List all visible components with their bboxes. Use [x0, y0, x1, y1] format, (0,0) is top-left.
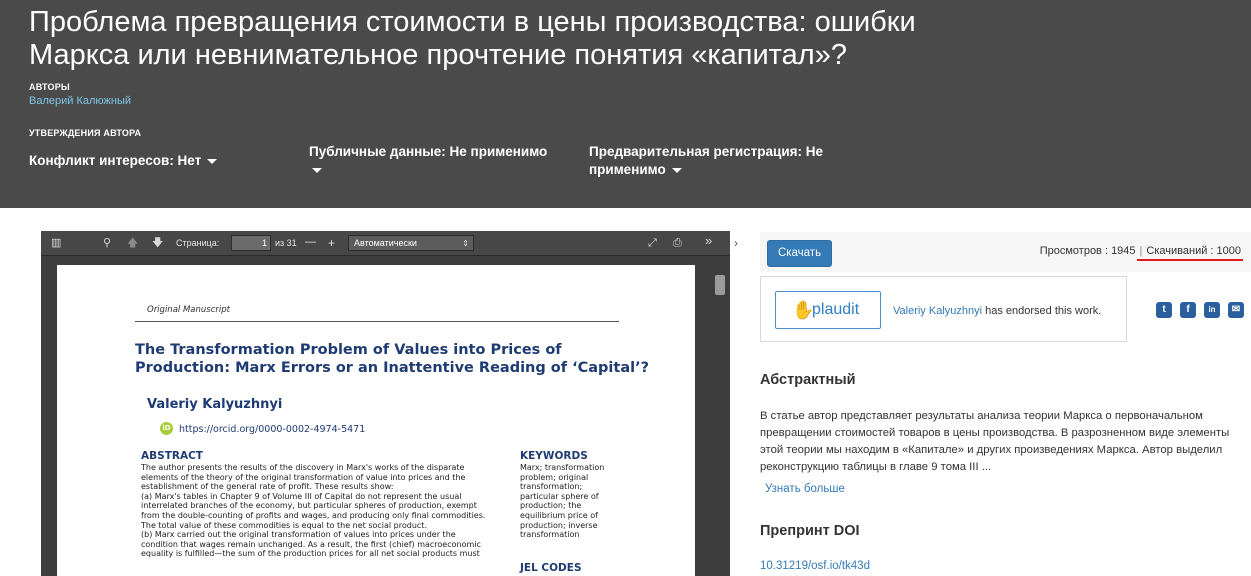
scroll-thumb[interactable]	[715, 275, 725, 295]
chevron-down-icon	[207, 158, 218, 164]
stats-separator: |	[1139, 245, 1143, 257]
email-icon[interactable]: ✉	[1228, 302, 1244, 318]
plaudit-widget: ✋ plaudit Valeriy Kalyuzhnyi has endorse…	[760, 276, 1127, 342]
public-data-label: Публичные данные: Не применимо	[309, 144, 548, 159]
endorsement: Valeriy Kalyuzhnyi has endorsed this wor…	[893, 305, 1101, 317]
stats: Просмотров : 1945 | Скачиваний : 1000	[1040, 245, 1241, 257]
abstract-heading: ABSTRACT	[141, 450, 203, 462]
more-tools-icon[interactable]: »	[705, 234, 712, 247]
facebook-icon[interactable]: f	[1180, 302, 1196, 318]
arrow-up-icon[interactable]: 🡅	[127, 237, 138, 249]
endorser-link[interactable]: Valeriy Kalyuzhnyi	[893, 305, 982, 317]
search-icon[interactable]: ⚲	[103, 237, 111, 249]
zoom-select[interactable]: Автоматически ⇕	[348, 235, 474, 251]
zoom-out-button[interactable]: —	[305, 236, 316, 248]
abstract-body: The author presents the results of the d…	[141, 463, 486, 559]
authors-label: АВТОРЫ	[29, 82, 70, 92]
manuscript-label: Original Manuscript	[147, 305, 230, 315]
sidebar-toggle-icon[interactable]: ▥	[51, 237, 61, 249]
keywords-body: Marx; transformation problem; original t…	[520, 463, 605, 540]
doi-link[interactable]: 10.31219/osf.io/tk43d	[760, 560, 870, 572]
paper-author: Valeriy Kalyuzhnyi	[147, 397, 283, 412]
abstract-section-title: Абстрактный	[760, 372, 856, 388]
chevron-down-icon	[312, 167, 322, 173]
views-count: Просмотров : 1945	[1039, 245, 1136, 257]
jel-heading: JEL CODES	[520, 562, 582, 574]
plaudit-button[interactable]: ✋ plaudit	[775, 291, 881, 329]
prereg-label: Предварительная регистрация: Не применим…	[589, 144, 824, 177]
fullscreen-icon[interactable]: ⤢	[648, 237, 657, 249]
orcid-icon: iD	[160, 422, 173, 435]
download-bar: Скачать Просмотров : 1945 | Скачиваний : 1…	[760, 232, 1251, 272]
preprint-header: Проблема превращения стоимости в цены пр…	[0, 0, 1251, 208]
prereg-dropdown[interactable]: Предварительная регистрация: Не применим…	[589, 143, 859, 179]
linkedin-icon[interactable]: in	[1204, 302, 1220, 318]
abstract-summary: В статье автор представляет результаты а…	[760, 410, 1230, 473]
keywords-heading: KEYWORDS	[520, 450, 588, 462]
author-link[interactable]: Валерий Калюжный	[29, 95, 131, 107]
zoom-in-button[interactable]: +	[328, 236, 335, 250]
page-total: из 31	[275, 238, 297, 248]
divider	[135, 321, 619, 322]
pdf-scrollbar[interactable]	[713, 257, 727, 576]
endorse-text: has endorsed this work.	[982, 305, 1102, 317]
arrow-down-icon[interactable]: 🡇	[152, 237, 163, 249]
chevron-right-icon[interactable]: ›	[734, 236, 738, 250]
conflict-label: Конфликт интересов: Нет	[29, 153, 202, 168]
page-label: Страница:	[176, 238, 220, 248]
twitter-icon[interactable]: t	[1156, 302, 1172, 318]
orcid-link[interactable]: https://orcid.org/0000-0002-4974-5471	[179, 424, 365, 435]
conflict-dropdown[interactable]: Конфликт интересов: Нет	[29, 152, 218, 170]
statements-label: УТВЕРЖДЕНИЯ АВТОРА	[29, 128, 142, 138]
zoom-value: Автоматически	[354, 238, 417, 248]
doi-section-title: Препринт DOI	[760, 523, 860, 539]
pdf-viewer: ▥ ⚲ 🡅 🡇 Страница: 1 из 31 — + Автоматиче…	[41, 231, 730, 576]
pdf-toolbar: ▥ ⚲ 🡅 🡇 Страница: 1 из 31 — + Автоматиче…	[41, 231, 730, 256]
downloads-count: Скачиваний : 1000	[1146, 245, 1241, 257]
select-arrows-icon: ⇕	[462, 239, 469, 248]
downloads-underline	[1137, 259, 1243, 261]
paper-title: The Transformation Problem of Values int…	[135, 342, 649, 376]
download-button[interactable]: Скачать	[767, 240, 832, 267]
public-data-dropdown[interactable]: Публичные данные: Не применимо	[309, 143, 579, 179]
print-icon[interactable]: ⎙	[673, 237, 682, 249]
chevron-down-icon	[671, 167, 682, 173]
learn-more-link[interactable]: Узнать больше	[765, 483, 845, 495]
page-title: Проблема превращения стоимости в цены пр…	[29, 6, 916, 71]
page-number-input[interactable]: 1	[231, 235, 271, 251]
pdf-page: Original Manuscript The Transformation P…	[57, 265, 695, 576]
plaudit-logo-text: plaudit	[812, 301, 860, 318]
